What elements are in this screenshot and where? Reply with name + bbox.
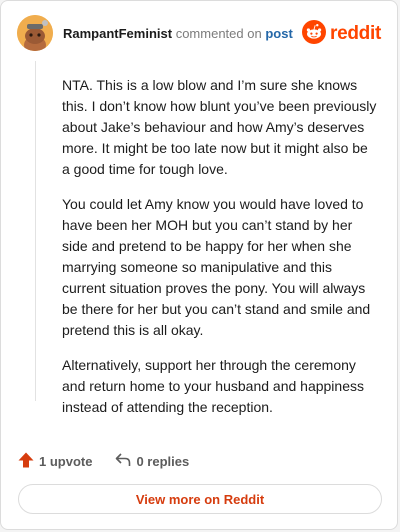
upvote-count: 1 upvote [39, 453, 93, 469]
snoo-avatar-icon[interactable] [17, 15, 53, 51]
comment-actions: 1 upvote 0 replies [17, 449, 211, 473]
author-line: RampantFeminist commented on post [63, 26, 293, 41]
comment-header: RampantFeminist commented on post reddit [17, 15, 381, 55]
comment-paragraph: You could let Amy know you would have lo… [62, 196, 371, 338]
author-name[interactable]: RampantFeminist [63, 26, 172, 41]
reddit-snoo-icon [302, 19, 327, 49]
reply-arrow-icon [114, 451, 136, 472]
thread-line [35, 61, 36, 401]
upvote-arrow-icon [17, 451, 39, 472]
post-link[interactable]: post [265, 26, 292, 41]
replies-count: 0 replies [136, 453, 190, 469]
view-more-button[interactable]: View more on Reddit [18, 484, 382, 514]
comment-paragraph: Alternatively, support her through the c… [62, 357, 364, 415]
reddit-wordmark: reddit [330, 23, 381, 44]
comment-paragraph: NTA. This is a low blow and I’m sure she… [62, 77, 377, 177]
embedded-comment-card: RampantFeminist commented on post reddit [0, 0, 398, 530]
action-text: commented on [175, 26, 262, 41]
reddit-logo[interactable]: reddit [302, 19, 381, 49]
comment-body: NTA. This is a low blow and I’m sure she… [62, 75, 378, 432]
replies-button[interactable]: 0 replies [114, 451, 189, 472]
upvote-button[interactable]: 1 upvote [17, 451, 92, 472]
